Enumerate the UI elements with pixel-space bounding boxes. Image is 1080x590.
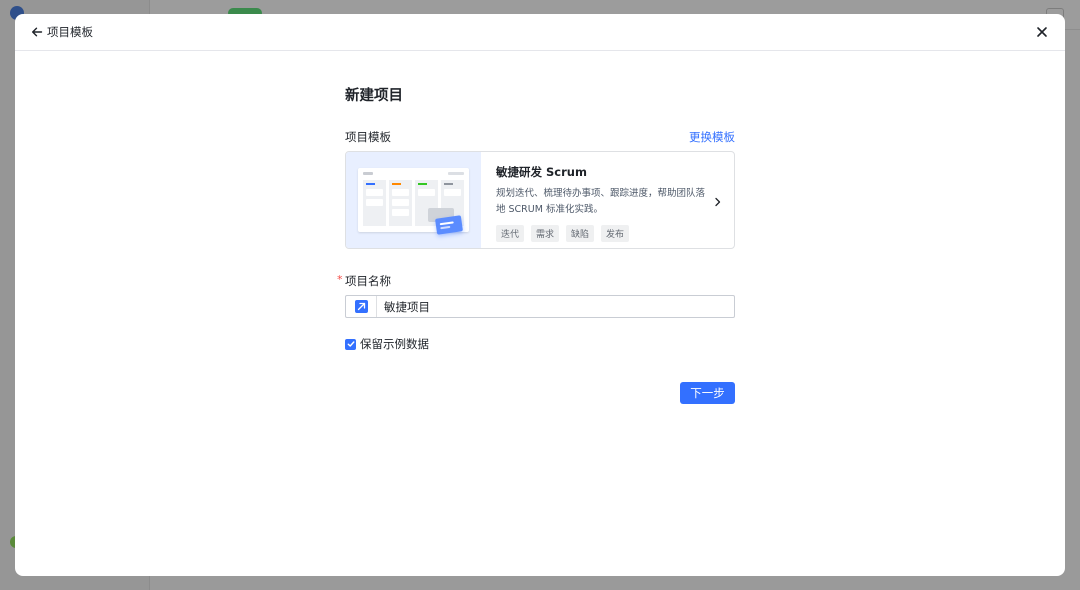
check-icon — [347, 341, 354, 347]
project-name-value[interactable]: 敏捷项目 — [377, 299, 430, 315]
template-description: 规划迭代、梳理待办事项、跟踪进度，帮助团队落地 SCRUM 标准化实践。 — [496, 188, 706, 215]
page-title: 新建项目 — [345, 88, 403, 104]
template-card[interactable]: 敏捷研发 Scrum 规划迭代、梳理待办事项、跟踪进度，帮助团队落地 SCRUM… — [345, 151, 735, 249]
required-mark: * — [337, 273, 343, 286]
keep-sample-data-checkbox[interactable] — [345, 338, 356, 350]
new-project-dialog: 项目模板 新建项目 项目模板 更换模板 敏捷研发 Scrum 规划迭代、梳理待办… — [15, 14, 1065, 576]
template-tags: 迭代 需求 缺陷 发布 — [496, 225, 726, 242]
keep-sample-data-option[interactable]: 保留示例数据 — [345, 336, 735, 352]
template-tag: 缺陷 — [566, 225, 595, 242]
template-tag: 迭代 — [496, 225, 525, 242]
project-name-label: * 项目名称 — [337, 273, 735, 289]
form-content: 新建项目 项目模板 更换模板 敏捷研发 Scrum 规划迭代、梳理待办事项、跟踪… — [337, 64, 735, 404]
template-thumbnail — [346, 152, 481, 248]
project-icon — [354, 300, 368, 313]
template-name: 敏捷研发 Scrum — [496, 165, 587, 179]
close-icon[interactable] — [1033, 23, 1051, 41]
change-template-link[interactable]: 更换模板 — [689, 129, 735, 145]
back-to-templates-link[interactable]: 项目模板 — [31, 24, 93, 40]
template-tag: 需求 — [531, 225, 560, 242]
template-info: 敏捷研发 Scrum 规划迭代、梳理待办事项、跟踪进度，帮助团队落地 SCRUM… — [481, 152, 734, 248]
template-section-label: 项目模板 — [345, 130, 391, 144]
project-icon-picker[interactable] — [346, 296, 377, 317]
template-tag: 发布 — [601, 225, 630, 242]
board-preview — [358, 168, 469, 235]
template-section-header: 项目模板 更换模板 — [345, 129, 735, 145]
back-link-label: 项目模板 — [47, 25, 93, 39]
project-name-input[interactable]: 敏捷项目 — [345, 295, 735, 318]
chevron-right-icon — [714, 192, 722, 211]
dialog-header: 项目模板 — [15, 14, 1065, 51]
next-step-button[interactable]: 下一步 — [680, 382, 735, 404]
keep-sample-data-label: 保留示例数据 — [360, 337, 429, 351]
arrow-left-icon — [31, 26, 43, 38]
project-name-label-text: 项目名称 — [345, 274, 391, 288]
